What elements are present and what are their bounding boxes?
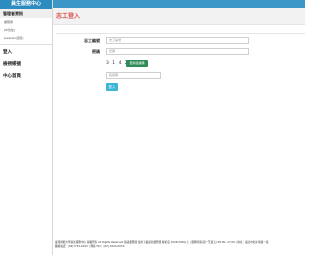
footer: 臺灣師範大學員生服務中心 版權所有 All Rights Reserved 建議… xyxy=(53,241,305,249)
sidebar-item-login[interactable]: 登入 xyxy=(0,47,52,59)
id-label: 志工編號 xyxy=(84,38,100,43)
password-input[interactable]: 密碼 xyxy=(106,48,249,55)
login-button[interactable]: 登入 xyxy=(106,83,118,91)
sidebar-divider xyxy=(0,44,52,45)
page-header: 志工登入 xyxy=(53,8,305,25)
captcha-input-row: 驗證碼 xyxy=(56,71,305,81)
id-row: 志工編號 志工編號 xyxy=(56,36,305,46)
sidebar-admin-role: 權限者 xyxy=(4,20,14,24)
password-row: 密碼 密碼 xyxy=(56,47,305,57)
brand-title[interactable]: 員生服務中心 xyxy=(0,0,52,9)
sidebar-item-home[interactable]: 中心首頁 xyxy=(0,71,52,83)
sidebar-admin-ip: [IP位址] xyxy=(4,28,16,32)
top-navbar xyxy=(53,0,305,8)
captcha-input[interactable]: 驗證碼 xyxy=(106,72,161,79)
volunteer-id-input[interactable]: 志工編號 xyxy=(106,37,249,44)
sidebar-admin-session: [session資訊] xyxy=(4,36,24,40)
sidebar-item-view-account[interactable]: 檢視帳號 xyxy=(0,59,52,71)
password-label: 密碼 xyxy=(92,49,100,54)
captcha-row: 3 1 4 2 更新驗證碼 xyxy=(56,59,305,69)
page-title: 志工登入 xyxy=(56,13,81,20)
sidebar: 員生服務中心 管理者資訊 權限者 [IP位址] [session資訊] 登入 檢… xyxy=(0,0,53,255)
footer-line-2: 聯絡電話：(02)7734-XXXX | 傳真 Fax：(02) XXXX-XX… xyxy=(55,245,125,248)
refresh-captcha-button[interactable]: 更新驗證碼 xyxy=(126,60,148,67)
login-row: 登入 xyxy=(56,82,305,92)
login-form-panel: 志工編號 志工編號 密碼 密碼 3 1 4 2 更新驗證碼 驗證碼 登入 xyxy=(56,33,305,93)
sidebar-admin-section: 管理者資訊 xyxy=(0,9,52,18)
